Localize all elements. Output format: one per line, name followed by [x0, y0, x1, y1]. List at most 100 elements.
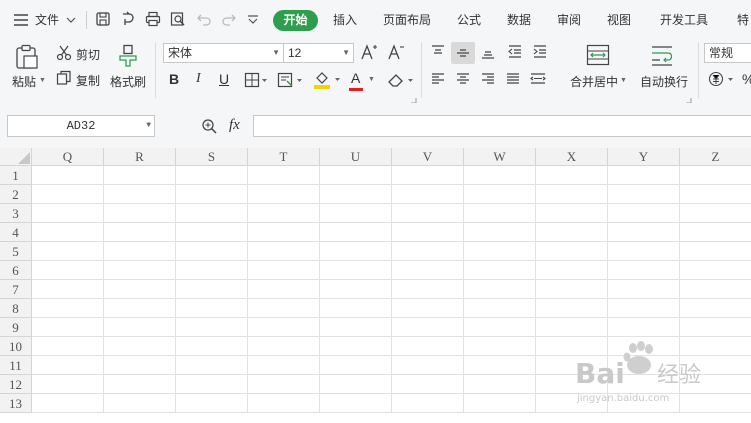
- cell-q4[interactable]: [32, 223, 104, 242]
- cell-s6[interactable]: [176, 261, 248, 280]
- align-bottom-icon[interactable]: [480, 44, 496, 63]
- align-top-icon[interactable]: [430, 44, 446, 63]
- merge-dropdown-icon[interactable]: ▼: [620, 77, 627, 84]
- insert-function-button[interactable]: fx: [229, 117, 240, 134]
- fill-color-icon[interactable]: [313, 70, 341, 93]
- decrease-font-size-icon[interactable]: [387, 43, 405, 64]
- cell-q1[interactable]: [32, 166, 104, 185]
- cell-y8[interactable]: [608, 299, 680, 318]
- align-center-icon[interactable]: [455, 71, 471, 90]
- paste-icon[interactable]: [15, 44, 39, 73]
- row-header-3[interactable]: 3: [0, 204, 32, 223]
- export-icon[interactable]: [120, 11, 136, 27]
- cell-y5[interactable]: [608, 242, 680, 261]
- cell-r8[interactable]: [104, 299, 176, 318]
- tab-developer[interactable]: 开发工具: [660, 11, 708, 28]
- cell-s7[interactable]: [176, 280, 248, 299]
- cell-w5[interactable]: [464, 242, 536, 261]
- cell-s11[interactable]: [176, 356, 248, 375]
- quick-access-dropdown-icon[interactable]: [247, 14, 263, 30]
- cell-w2[interactable]: [464, 185, 536, 204]
- format-painter-icon[interactable]: [117, 44, 139, 71]
- row-header-1[interactable]: 1: [0, 166, 32, 185]
- cell-t2[interactable]: [248, 185, 320, 204]
- name-box[interactable]: AD32 ▼: [7, 115, 155, 137]
- cell-z4[interactable]: [680, 223, 751, 242]
- cell-s3[interactable]: [176, 204, 248, 223]
- cell-s13[interactable]: [176, 394, 248, 413]
- cell-v7[interactable]: [392, 280, 464, 299]
- row-header-8[interactable]: 8: [0, 299, 32, 318]
- cell-w7[interactable]: [464, 280, 536, 299]
- cell-s8[interactable]: [176, 299, 248, 318]
- cell-r1[interactable]: [104, 166, 176, 185]
- cell-t6[interactable]: [248, 261, 320, 280]
- cell-t12[interactable]: [248, 375, 320, 394]
- cell-u12[interactable]: [320, 375, 392, 394]
- cell-v3[interactable]: [392, 204, 464, 223]
- hamburger-menu-icon[interactable]: [13, 13, 29, 29]
- paste-button[interactable]: 粘贴: [12, 73, 36, 90]
- cell-u13[interactable]: [320, 394, 392, 413]
- cell-y6[interactable]: [608, 261, 680, 280]
- cell-s10[interactable]: [176, 337, 248, 356]
- cell-q6[interactable]: [32, 261, 104, 280]
- cell-y4[interactable]: [608, 223, 680, 242]
- cell-r3[interactable]: [104, 204, 176, 223]
- cell-t4[interactable]: [248, 223, 320, 242]
- italic-button[interactable]: I: [196, 71, 201, 87]
- cell-y1[interactable]: [608, 166, 680, 185]
- print-icon[interactable]: [145, 11, 161, 27]
- cell-style-icon[interactable]: [277, 72, 303, 91]
- cell-v12[interactable]: [392, 375, 464, 394]
- cell-t1[interactable]: [248, 166, 320, 185]
- cell-x6[interactable]: [536, 261, 608, 280]
- cell-v2[interactable]: [392, 185, 464, 204]
- undo-icon[interactable]: [196, 11, 212, 27]
- cell-q11[interactable]: [32, 356, 104, 375]
- cell-x2[interactable]: [536, 185, 608, 204]
- cell-q7[interactable]: [32, 280, 104, 299]
- cell-r11[interactable]: [104, 356, 176, 375]
- cell-x5[interactable]: [536, 242, 608, 261]
- tab-formulas[interactable]: 公式: [457, 11, 481, 28]
- cell-y3[interactable]: [608, 204, 680, 223]
- save-icon[interactable]: [95, 11, 111, 27]
- tab-home[interactable]: 开始: [273, 10, 318, 31]
- cell-q8[interactable]: [32, 299, 104, 318]
- borders-icon[interactable]: [244, 72, 268, 91]
- cell-t5[interactable]: [248, 242, 320, 261]
- number-format-select[interactable]: 常规: [704, 43, 751, 63]
- align-middle-icon[interactable]: [455, 45, 471, 64]
- cell-z9[interactable]: [680, 318, 751, 337]
- font-color-dropdown-icon[interactable]: ▼: [368, 76, 375, 83]
- column-header-x[interactable]: X: [536, 148, 608, 166]
- align-right-icon[interactable]: [480, 71, 496, 90]
- justify-icon[interactable]: [505, 71, 521, 90]
- cell-t7[interactable]: [248, 280, 320, 299]
- cell-r13[interactable]: [104, 394, 176, 413]
- cut-button[interactable]: 剪切: [76, 46, 100, 63]
- column-header-r[interactable]: R: [104, 148, 176, 166]
- cell-u3[interactable]: [320, 204, 392, 223]
- cell-u1[interactable]: [320, 166, 392, 185]
- cell-v9[interactable]: [392, 318, 464, 337]
- zoom-search-icon[interactable]: [201, 118, 219, 139]
- cell-u11[interactable]: [320, 356, 392, 375]
- cell-t10[interactable]: [248, 337, 320, 356]
- font-name-select[interactable]: 宋体 ▼: [163, 43, 284, 63]
- cell-w6[interactable]: [464, 261, 536, 280]
- redo-icon[interactable]: [221, 11, 237, 27]
- cell-z2[interactable]: [680, 185, 751, 204]
- column-header-y[interactable]: Y: [608, 148, 680, 166]
- cell-r7[interactable]: [104, 280, 176, 299]
- cell-v10[interactable]: [392, 337, 464, 356]
- cell-q3[interactable]: [32, 204, 104, 223]
- cell-x1[interactable]: [536, 166, 608, 185]
- cell-u7[interactable]: [320, 280, 392, 299]
- cell-r4[interactable]: [104, 223, 176, 242]
- row-header-9[interactable]: 9: [0, 318, 32, 337]
- column-header-u[interactable]: U: [320, 148, 392, 166]
- cell-u5[interactable]: [320, 242, 392, 261]
- file-menu[interactable]: 文件: [35, 11, 59, 28]
